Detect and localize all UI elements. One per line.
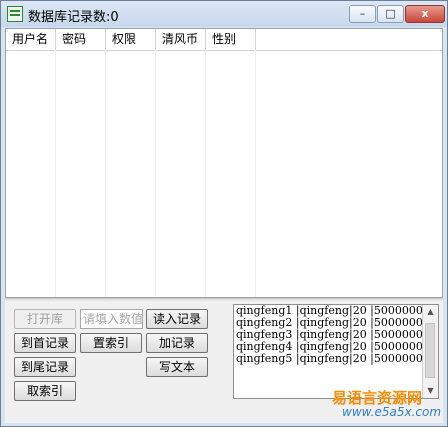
grid-divider bbox=[255, 50, 256, 297]
close-button[interactable]: x bbox=[405, 5, 445, 23]
panel-separator bbox=[5, 298, 443, 301]
grid-header: 用户名 密码 权限 清风币 性别 bbox=[6, 29, 442, 51]
records-grid[interactable]: 用户名 密码 权限 清风币 性别 bbox=[5, 28, 443, 298]
maximize-button[interactable]: □ bbox=[377, 5, 404, 23]
title-bar[interactable]: 数据库记录数:0 – □ x bbox=[1, 1, 447, 27]
client-area: 用户名 密码 权限 清风币 性别 打开库 请填入数值 读入记录 到首记录 置索引… bbox=[5, 28, 443, 423]
minimize-button[interactable]: – bbox=[349, 5, 376, 23]
grid-divider bbox=[155, 50, 156, 297]
add-record-button[interactable]: 加记录 bbox=[146, 333, 208, 353]
text-line: qingfeng5 |qingfeng|20 |5000000 |真 bbox=[236, 352, 439, 365]
col-header-gender[interactable]: 性别 bbox=[206, 29, 256, 50]
read-record-button[interactable]: 读入记录 bbox=[146, 309, 208, 329]
take-index-button[interactable]: 取索引 bbox=[14, 381, 76, 401]
scroll-thumb[interactable] bbox=[425, 323, 435, 378]
window-title: 数据库记录数:0 bbox=[28, 10, 119, 25]
watermark: 易语言资源网 www.e5a5x.com bbox=[281, 385, 446, 423]
write-text-button[interactable]: 写文本 bbox=[146, 357, 208, 377]
grid-divider bbox=[55, 50, 56, 297]
set-index-button[interactable]: 置索引 bbox=[80, 333, 142, 353]
grid-divider bbox=[105, 50, 106, 297]
col-header-permission[interactable]: 权限 bbox=[106, 29, 156, 50]
value-input[interactable]: 请填入数值 bbox=[80, 309, 143, 329]
site-url: www.e5a5x.com bbox=[342, 405, 442, 419]
grid-divider bbox=[205, 50, 206, 297]
col-header-coins[interactable]: 清风币 bbox=[156, 29, 206, 50]
main-window: 数据库记录数:0 – □ x 用户名 密码 权限 清风币 性别 打开库 请填入数… bbox=[0, 0, 448, 427]
app-icon bbox=[7, 6, 23, 22]
to-first-button[interactable]: 到首记录 bbox=[14, 333, 76, 353]
scroll-up-icon[interactable]: ▲ bbox=[423, 305, 438, 319]
col-header-password[interactable]: 密码 bbox=[56, 29, 106, 50]
to-last-button[interactable]: 到尾记录 bbox=[14, 357, 76, 377]
col-header-username[interactable]: 用户名 bbox=[6, 29, 56, 50]
open-db-button[interactable]: 打开库 bbox=[14, 309, 76, 329]
